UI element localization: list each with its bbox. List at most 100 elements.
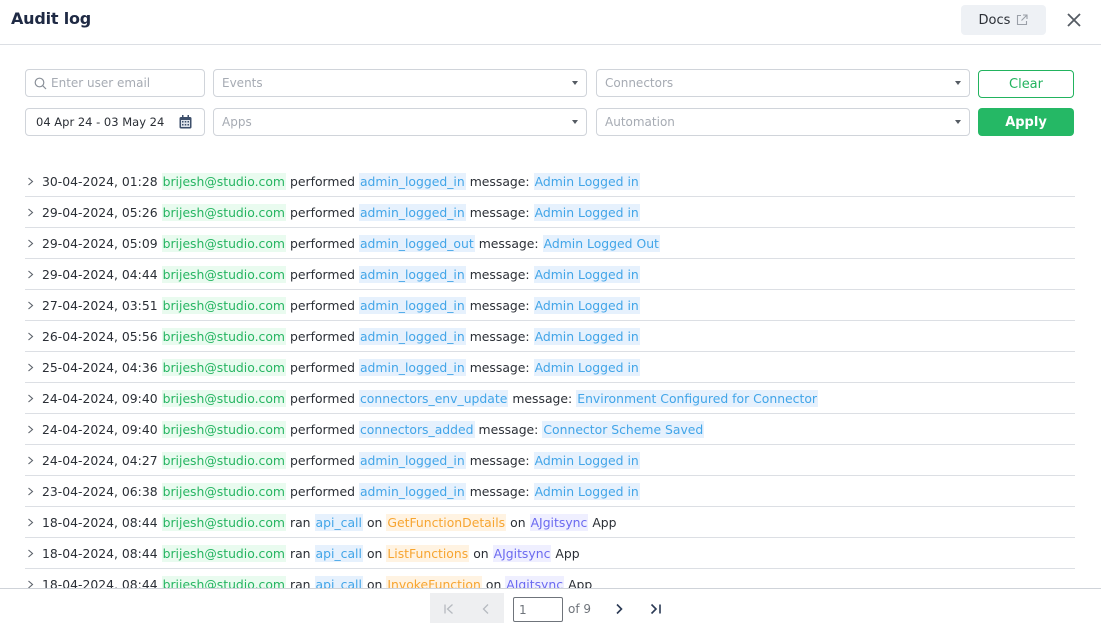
log-row[interactable]: 29-04-2024, 04:44 brijesh@studio.com perfo… xyxy=(25,259,1075,290)
apps-placeholder: Apps xyxy=(222,115,252,129)
last-page-button[interactable] xyxy=(645,600,667,618)
log-suffix: App xyxy=(568,576,593,589)
log-verb: performed xyxy=(290,173,355,189)
email-input[interactable] xyxy=(47,76,204,90)
log-row[interactable]: 25-04-2024, 04:36 brijesh@studio.com perfo… xyxy=(25,352,1075,383)
log-verb: performed xyxy=(290,297,355,313)
expand-toggle[interactable] xyxy=(25,456,42,465)
log-message: Admin Logged in xyxy=(533,265,640,283)
expand-toggle[interactable] xyxy=(25,394,42,403)
log-user: brijesh@studio.com xyxy=(161,575,286,588)
expand-toggle[interactable] xyxy=(25,580,42,589)
log-message-label: message: xyxy=(512,390,573,406)
prev-page-button[interactable] xyxy=(468,593,504,623)
expand-toggle[interactable] xyxy=(25,270,42,279)
log-event: api_call xyxy=(314,513,363,531)
log-verb: performed xyxy=(290,390,355,406)
log-connector-on: on xyxy=(366,514,383,530)
chevron-right-icon xyxy=(28,425,34,433)
chevron-down-icon xyxy=(572,120,578,124)
apply-button[interactable]: Apply xyxy=(978,108,1074,136)
log-row[interactable]: 18-04-2024, 08:44 brijesh@studio.com ran ap… xyxy=(25,538,1075,569)
log-function: GetFunctionDetails xyxy=(386,513,507,531)
last-page-icon xyxy=(650,603,661,615)
log-message-label: message: xyxy=(469,297,530,313)
expand-toggle[interactable] xyxy=(25,208,42,217)
log-row[interactable]: 23-04-2024, 06:38 brijesh@studio.com perfo… xyxy=(25,476,1075,507)
expand-toggle[interactable] xyxy=(25,301,42,310)
docs-label: Docs xyxy=(978,12,1011,28)
chevron-right-icon xyxy=(28,518,34,526)
log-app: AJgitsync xyxy=(492,544,552,562)
log-suffix: App xyxy=(555,545,580,561)
log-user: brijesh@studio.com xyxy=(161,296,286,314)
chevron-right-icon xyxy=(28,177,34,185)
apps-select[interactable]: Apps xyxy=(213,108,587,136)
log-message-label: message: xyxy=(469,173,530,189)
log-timestamp: 29-04-2024, 05:26 xyxy=(42,204,158,220)
log-message-label: message: xyxy=(469,359,530,375)
expand-toggle[interactable] xyxy=(25,239,42,248)
chevron-right-icon xyxy=(28,332,34,340)
expand-toggle[interactable] xyxy=(25,487,42,496)
external-link-icon xyxy=(1017,14,1028,26)
log-message: Admin Logged in xyxy=(533,482,640,500)
next-page-button[interactable] xyxy=(609,600,629,618)
log-user: brijesh@studio.com xyxy=(161,203,286,221)
email-field[interactable] xyxy=(25,69,205,97)
log-timestamp: 26-04-2024, 05:56 xyxy=(42,328,158,344)
log-user: brijesh@studio.com xyxy=(161,420,286,438)
chevron-right-icon xyxy=(28,363,34,371)
docs-button[interactable]: Docs xyxy=(961,5,1046,35)
log-event: admin_logged_in xyxy=(358,327,466,345)
chevron-right-icon xyxy=(28,580,34,588)
expand-toggle[interactable] xyxy=(25,549,42,558)
expand-toggle[interactable] xyxy=(25,363,42,372)
log-row[interactable]: 27-04-2024, 03:51 brijesh@studio.com perfo… xyxy=(25,290,1075,321)
chevron-right-icon xyxy=(28,394,34,402)
log-app: AJgitsync xyxy=(505,575,565,588)
clear-button[interactable]: Clear xyxy=(978,70,1074,98)
modal-header: Audit log Docs xyxy=(0,0,1101,45)
automation-select[interactable]: Automation xyxy=(596,108,970,136)
log-connector-on: on xyxy=(485,576,502,589)
log-message-label: message: xyxy=(469,452,530,468)
chevron-down-icon xyxy=(955,81,961,85)
log-app: AJgitsync xyxy=(529,513,589,531)
close-button[interactable] xyxy=(1064,10,1084,30)
log-message: Admin Logged in xyxy=(533,451,640,469)
expand-toggle[interactable] xyxy=(25,425,42,434)
log-timestamp: 25-04-2024, 04:36 xyxy=(42,359,158,375)
events-select[interactable]: Events xyxy=(213,69,587,97)
date-range-picker[interactable]: 04 Apr 24 - 03 May 24 xyxy=(25,108,205,136)
log-row[interactable]: 24-04-2024, 09:40 brijesh@studio.com perfo… xyxy=(25,414,1075,445)
log-row[interactable]: 18-04-2024, 08:44 brijesh@studio.com ran ap… xyxy=(25,569,1075,588)
log-row[interactable]: 30-04-2024, 01:28 brijesh@studio.com perfo… xyxy=(25,166,1075,197)
connectors-select[interactable]: Connectors xyxy=(596,69,970,97)
log-timestamp: 18-04-2024, 08:44 xyxy=(42,576,158,589)
first-page-button[interactable] xyxy=(430,593,468,623)
log-row[interactable]: 24-04-2024, 09:40 brijesh@studio.com perfo… xyxy=(25,383,1075,414)
first-page-icon xyxy=(444,603,453,614)
log-event: admin_logged_in xyxy=(358,358,466,376)
log-row[interactable]: 29-04-2024, 05:09 brijesh@studio.com perfo… xyxy=(25,228,1075,259)
log-event: admin_logged_in xyxy=(358,172,466,190)
log-row[interactable]: 24-04-2024, 04:27 brijesh@studio.com perfo… xyxy=(25,445,1075,476)
log-timestamp: 29-04-2024, 04:44 xyxy=(42,266,158,282)
log-event: admin_logged_in xyxy=(358,265,466,283)
expand-toggle[interactable] xyxy=(25,518,42,527)
log-user: brijesh@studio.com xyxy=(161,513,286,531)
log-row[interactable]: 26-04-2024, 05:56 brijesh@studio.com perfo… xyxy=(25,321,1075,352)
log-message-label: message: xyxy=(478,235,539,251)
log-suffix: App xyxy=(592,514,617,530)
log-event: connectors_added xyxy=(358,420,475,438)
log-message: Admin Logged in xyxy=(533,172,640,190)
log-row[interactable]: 18-04-2024, 08:44 brijesh@studio.com ran ap… xyxy=(25,507,1075,538)
expand-toggle[interactable] xyxy=(25,332,42,341)
log-row[interactable]: 29-04-2024, 05:26 brijesh@studio.com perfo… xyxy=(25,197,1075,228)
expand-toggle[interactable] xyxy=(25,177,42,186)
page-number-input[interactable] xyxy=(513,597,563,622)
log-connector-on: on xyxy=(366,545,383,561)
log-timestamp: 18-04-2024, 08:44 xyxy=(42,514,158,530)
log-message: Admin Logged in xyxy=(533,327,640,345)
